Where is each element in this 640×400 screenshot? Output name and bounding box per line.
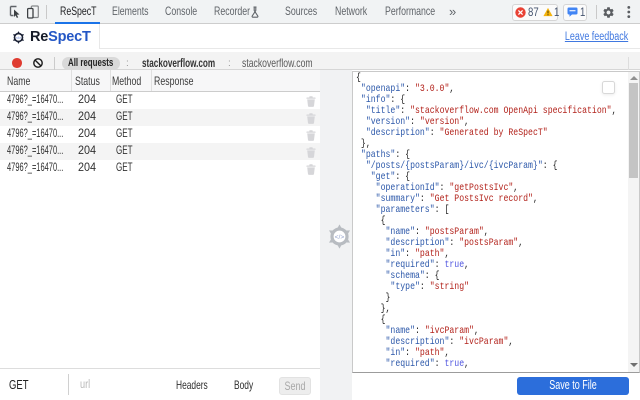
svg-text:</>: </> bbox=[335, 234, 345, 241]
svg-text:</>: </> bbox=[16, 36, 21, 40]
